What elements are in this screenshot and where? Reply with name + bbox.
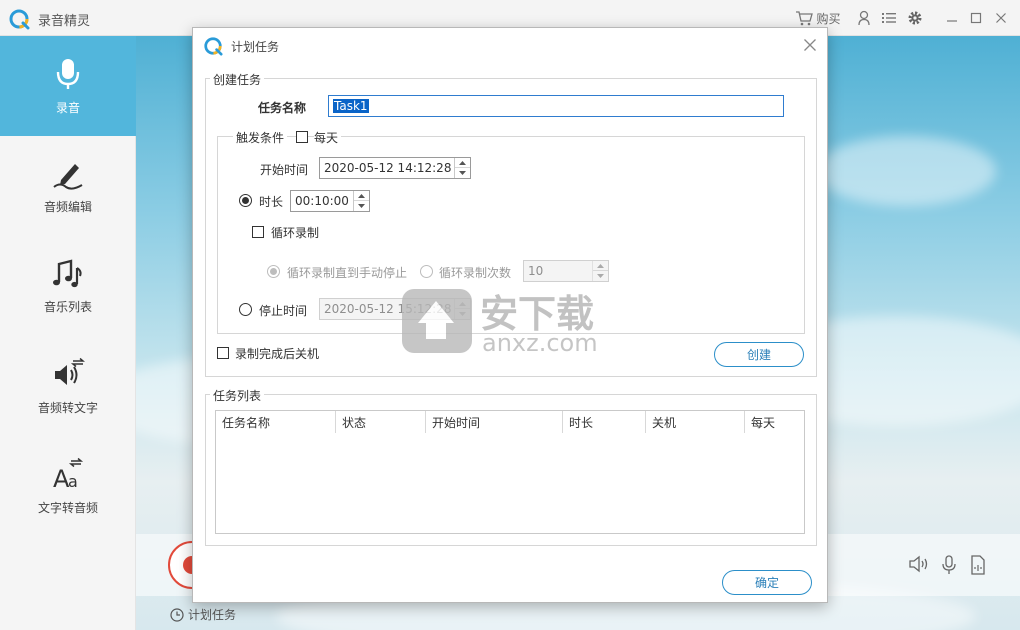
microphone-small-icon [942, 555, 956, 574]
task-list-table[interactable]: 任务名称 状态 开始时间 时长 关机 每天 [215, 410, 805, 534]
trigger-legend: 触发条件 [233, 129, 288, 146]
loop-count-label: 循环录制次数 [439, 266, 512, 280]
start-time-label: 开始时间 [260, 163, 309, 177]
loop-record-checkbox[interactable] [252, 226, 264, 238]
duration-value: 00:10:00 [295, 194, 349, 208]
schedule-task-label: 计划任务 [188, 608, 237, 622]
clock-icon [170, 607, 184, 622]
loop-record-label: 循环录制 [271, 226, 320, 240]
maximize-icon [970, 12, 982, 24]
audio-file-button[interactable] [970, 555, 986, 578]
settings-button[interactable] [906, 9, 924, 27]
dialog-close-icon[interactable] [803, 38, 817, 52]
spin-down-icon [597, 274, 604, 278]
schedule-task-link[interactable]: 计划任务 [170, 606, 236, 623]
task-name-label: 任务名称 [258, 101, 307, 115]
text-convert-icon: A a [53, 457, 84, 491]
maximize-button[interactable] [968, 9, 984, 27]
sidebar: 录音 音频编辑 音乐列表 音频转文字 A a 文字转音频 [0, 36, 136, 630]
mic-source-button[interactable] [940, 555, 958, 578]
column-header-duration[interactable]: 时长 [563, 411, 646, 433]
music-notes-icon [53, 258, 82, 287]
loop-until-stop-radio[interactable] [267, 265, 280, 278]
loop-count-value: 10 [528, 264, 544, 278]
sidebar-item-label: 录音 [55, 100, 80, 115]
buy-label: 购买 [816, 11, 841, 26]
sidebar-item-label: 音频编辑 [43, 199, 92, 214]
spin-up-icon [459, 160, 466, 165]
sidebar-item-audio-edit[interactable]: 音频编辑 [0, 136, 136, 236]
start-time-input[interactable]: 2020-05-12 14:12:28 [319, 157, 471, 179]
stop-time-value: 2020-05-12 15:12:28 [324, 302, 452, 316]
buy-button[interactable]: 购买 [794, 9, 842, 27]
dialog-title: 计划任务 [231, 40, 280, 54]
column-header-start-time[interactable]: 开始时间 [426, 411, 563, 433]
sidebar-item-label: 音乐列表 [43, 299, 92, 314]
duration-label: 时长 [259, 195, 284, 209]
list-menu-icon [882, 13, 896, 23]
spin-down-icon [459, 312, 466, 316]
stop-time-input[interactable]: 2020-05-12 15:12:28 [319, 298, 471, 320]
minimize-button[interactable] [944, 9, 960, 27]
spin-down-icon [459, 171, 466, 175]
speaker-convert-icon [55, 357, 85, 385]
loop-count-spinner[interactable] [592, 261, 608, 281]
sidebar-item-audio-to-text[interactable]: 音频转文字 [0, 336, 136, 436]
volume-button[interactable] [908, 555, 930, 576]
column-header-daily[interactable]: 每天 [745, 411, 804, 433]
start-time-value: 2020-05-12 14:12:28 [324, 161, 452, 175]
spin-down-icon [358, 204, 365, 208]
schedule-task-dialog: 计划任务 创建任务 任务名称 Task1 触发条件 每天 开始时间 2020-0… [192, 27, 828, 603]
spin-up-icon [597, 263, 604, 268]
sidebar-item-label: 音频转文字 [37, 400, 98, 415]
sidebar-item-record[interactable]: 录音 [0, 36, 136, 136]
close-icon [996, 13, 1006, 23]
cart-icon [796, 11, 814, 26]
stop-time-radio[interactable] [239, 303, 252, 316]
gear-icon [908, 11, 922, 25]
stop-time-label: 停止时间 [259, 304, 308, 318]
ok-button[interactable]: 确定 [722, 570, 812, 595]
task-name-input[interactable]: Task1 [328, 95, 784, 117]
spin-up-icon [358, 193, 365, 198]
start-time-spinner[interactable] [454, 158, 470, 178]
loop-until-stop-label: 循环录制直到手动停止 [287, 266, 408, 280]
loop-count-radio[interactable] [420, 265, 433, 278]
user-icon [858, 10, 870, 26]
daily-checkbox[interactable] [296, 131, 308, 143]
task-list-legend: 任务列表 [210, 387, 265, 404]
menu-list-button[interactable] [880, 9, 898, 27]
column-header-task-name[interactable]: 任务名称 [216, 411, 336, 433]
app-title: 录音精灵 [38, 14, 91, 29]
dialog-logo-icon [204, 37, 223, 56]
speaker-icon [909, 555, 928, 573]
column-header-shutdown[interactable]: 关机 [646, 411, 745, 433]
daily-label: 每天 [314, 129, 342, 146]
column-header-status[interactable]: 状态 [336, 411, 426, 433]
shutdown-checkbox[interactable] [217, 347, 229, 359]
svg-text:a: a [68, 472, 78, 491]
app-logo-icon [9, 9, 30, 30]
spin-up-icon [459, 301, 466, 306]
duration-radio[interactable] [239, 194, 252, 207]
minimize-icon [947, 20, 957, 22]
pen-edit-icon [53, 163, 83, 190]
stop-time-spinner[interactable] [454, 299, 470, 319]
sidebar-item-text-to-audio[interactable]: A a 文字转音频 [0, 436, 136, 536]
duration-spinner[interactable] [353, 191, 369, 211]
create-task-legend: 创建任务 [210, 71, 265, 88]
user-button[interactable] [856, 9, 872, 27]
create-button[interactable]: 创建 [714, 342, 804, 367]
close-app-button[interactable] [993, 9, 1009, 27]
audio-file-icon [971, 555, 985, 575]
microphone-icon [56, 58, 80, 89]
sidebar-item-music-list[interactable]: 音乐列表 [0, 236, 136, 336]
sidebar-item-label: 文字转音频 [37, 500, 98, 515]
task-name-value: Task1 [333, 99, 369, 113]
shutdown-label: 录制完成后关机 [235, 347, 320, 361]
